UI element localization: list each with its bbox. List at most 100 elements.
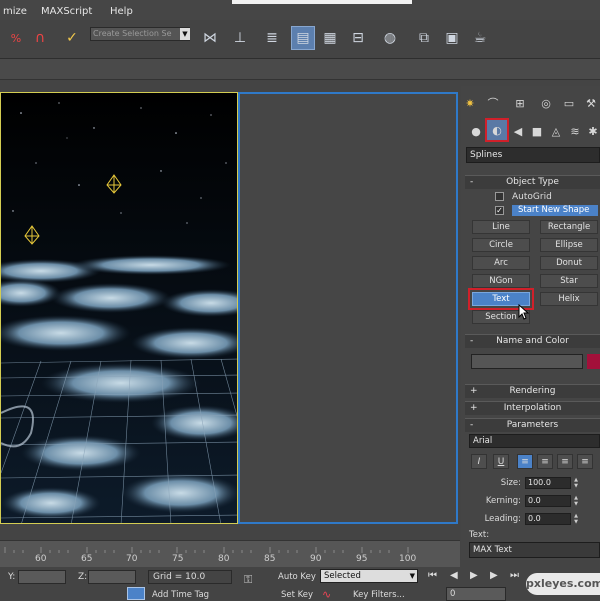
key-mode-icon[interactable]: ∿ [322, 588, 331, 601]
titlebar-strip [232, 0, 412, 4]
menu-item-help[interactable]: Help [110, 6, 133, 17]
unlink-icon[interactable]: % [4, 26, 28, 50]
cameras-icon[interactable]: ■ [529, 123, 545, 139]
rollout-title: Name and Color [496, 336, 569, 346]
z-coordinate-field[interactable] [88, 570, 136, 584]
timeline-ruler[interactable]: 60 65 70 75 80 85 90 95 100 [0, 540, 460, 568]
tick-label: 100 [399, 554, 417, 564]
chevron-down-icon[interactable]: ▼ [180, 28, 190, 40]
rollout-title: Rendering [509, 386, 556, 396]
line-button[interactable]: Line [472, 220, 530, 234]
render-setup-icon[interactable]: ⧉ [412, 26, 436, 50]
go-to-end-icon[interactable]: ⏭ [510, 570, 519, 581]
add-time-tag-label[interactable]: Add Time Tag [152, 590, 209, 600]
systems-icon[interactable]: ✱ [585, 123, 600, 139]
start-new-shape-checkbox[interactable]: ✓ [495, 206, 504, 215]
object-type-rollout-header[interactable]: - Object Type [465, 175, 600, 189]
motion-tab-icon[interactable]: ◎ [538, 95, 554, 111]
tick-label: 75 [172, 554, 184, 564]
create-tab-icon[interactable]: ✷ [462, 95, 478, 111]
auto-key-button[interactable]: Auto Key [278, 572, 316, 582]
size-spinner[interactable]: 100.0 [525, 477, 571, 489]
underline-icon[interactable]: U [493, 454, 509, 469]
spinner-arrows-icon[interactable]: ▲ ▼ [572, 477, 580, 489]
y-coordinate-field[interactable] [18, 570, 66, 584]
space-warps-icon[interactable]: ≋ [567, 123, 583, 139]
y-label: Y: [8, 572, 16, 582]
watermark: pxleyes.com [526, 573, 600, 595]
grid-size-readout: Grid = 10.0 [148, 570, 232, 584]
next-frame-icon[interactable]: ▶ [490, 570, 498, 581]
object-color-swatch[interactable] [587, 354, 600, 369]
active-viewport[interactable] [238, 92, 458, 524]
curve-editor-icon[interactable]: ▦ [318, 26, 342, 50]
current-frame-field[interactable]: 0 [446, 587, 506, 601]
previous-frame-icon[interactable]: ◀ [450, 570, 458, 581]
align-icon[interactable]: ⊥ [228, 26, 252, 50]
selection-set-dropdown[interactable]: Create Selection Se [90, 27, 190, 41]
viewport-scene [1, 93, 237, 523]
rectangle-button[interactable]: Rectangle [540, 220, 598, 234]
play-icon[interactable]: ▶ [470, 570, 478, 581]
geometry-icon[interactable]: ● [468, 123, 484, 139]
menu-bar: mize MAXScript Help [0, 0, 600, 20]
tick-label: 65 [81, 554, 93, 564]
key-filters-button[interactable]: Key Filters... [353, 590, 405, 600]
material-editor-icon[interactable]: ◍ [378, 26, 402, 50]
helix-button[interactable]: Helix [540, 292, 598, 306]
autogrid-checkbox[interactable] [495, 192, 504, 201]
parameters-rollout-header[interactable]: - Parameters [465, 418, 600, 432]
name-and-color-rollout-header[interactable]: - Name and Color [465, 334, 600, 348]
arc-button[interactable]: Arc [472, 256, 530, 270]
spinner-arrows-icon[interactable]: ▲ ▼ [572, 495, 580, 507]
utilities-tab-icon[interactable]: ⚒ [583, 95, 599, 111]
layer-manager-icon[interactable]: ≣ [260, 26, 284, 50]
helpers-icon[interactable]: ◬ [548, 123, 564, 139]
ngon-button[interactable]: NGon [472, 274, 530, 288]
shapes-icon[interactable]: ◐ [485, 118, 509, 142]
align-right-icon[interactable]: ≡ [557, 454, 573, 469]
spinner-arrows-icon[interactable]: ▲ ▼ [572, 513, 580, 525]
star-button[interactable]: Star [540, 274, 598, 288]
rendering-rollout-header[interactable]: + Rendering [465, 384, 600, 398]
go-to-start-icon[interactable]: ⏮ [428, 570, 437, 581]
align-left-icon[interactable]: ≡ [517, 454, 533, 469]
italic-icon[interactable]: I [471, 454, 487, 469]
time-tag-icon[interactable] [127, 587, 145, 600]
perspective-viewport[interactable] [0, 92, 238, 524]
circle-button[interactable]: Circle [472, 238, 530, 252]
category-dropdown[interactable]: Splines [466, 147, 600, 163]
lights-icon[interactable]: ◀ [510, 123, 526, 139]
bind-space-warp-icon[interactable]: ∩ [28, 26, 52, 50]
rollout-title: Object Type [506, 177, 559, 187]
kerning-spinner[interactable]: 0.0 [525, 495, 571, 507]
leading-spinner[interactable]: 0.0 [525, 513, 571, 525]
interpolation-rollout-header[interactable]: + Interpolation [465, 401, 600, 415]
hierarchy-tab-icon[interactable]: ⊞ [512, 95, 528, 111]
key-icon[interactable]: ⚿ [244, 573, 252, 587]
mirror-icon[interactable]: ⋈ [198, 26, 222, 50]
spell-check-icon[interactable]: ✓ [60, 26, 84, 50]
modify-tab-icon[interactable]: ⌒ [485, 95, 501, 111]
tick-label: 60 [35, 554, 47, 564]
scene-explorer-icon[interactable]: ▤ [291, 26, 315, 50]
set-key-button[interactable]: Set Key [281, 590, 313, 600]
chevron-down-icon: ▼ [409, 572, 415, 580]
timeline-ticks [4, 547, 409, 553]
font-dropdown[interactable]: Arial [469, 434, 600, 448]
ellipse-button[interactable]: Ellipse [540, 238, 598, 252]
text-input[interactable]: MAX Text [469, 542, 600, 558]
align-center-icon[interactable]: ≡ [537, 454, 553, 469]
justify-icon[interactable]: ≡ [577, 454, 593, 469]
display-tab-icon[interactable]: ▭ [561, 95, 577, 111]
object-name-field[interactable] [471, 354, 583, 369]
tick-label: 85 [264, 554, 276, 564]
render-teapot-icon[interactable]: ☕ [468, 26, 492, 50]
selection-key-dropdown[interactable]: Selected ▼ [320, 569, 418, 583]
rendered-frame-icon[interactable]: ▣ [440, 26, 464, 50]
schematic-view-icon[interactable]: ⊟ [346, 26, 370, 50]
donut-button[interactable]: Donut [540, 256, 598, 270]
status-bar: Y: Z: Grid = 10.0 ⚿ Auto Key Selected ▼ S… [0, 567, 600, 601]
menu-item-maxscript[interactable]: MAXScript [41, 6, 92, 17]
menu-item-customize[interactable]: mize [3, 6, 27, 17]
